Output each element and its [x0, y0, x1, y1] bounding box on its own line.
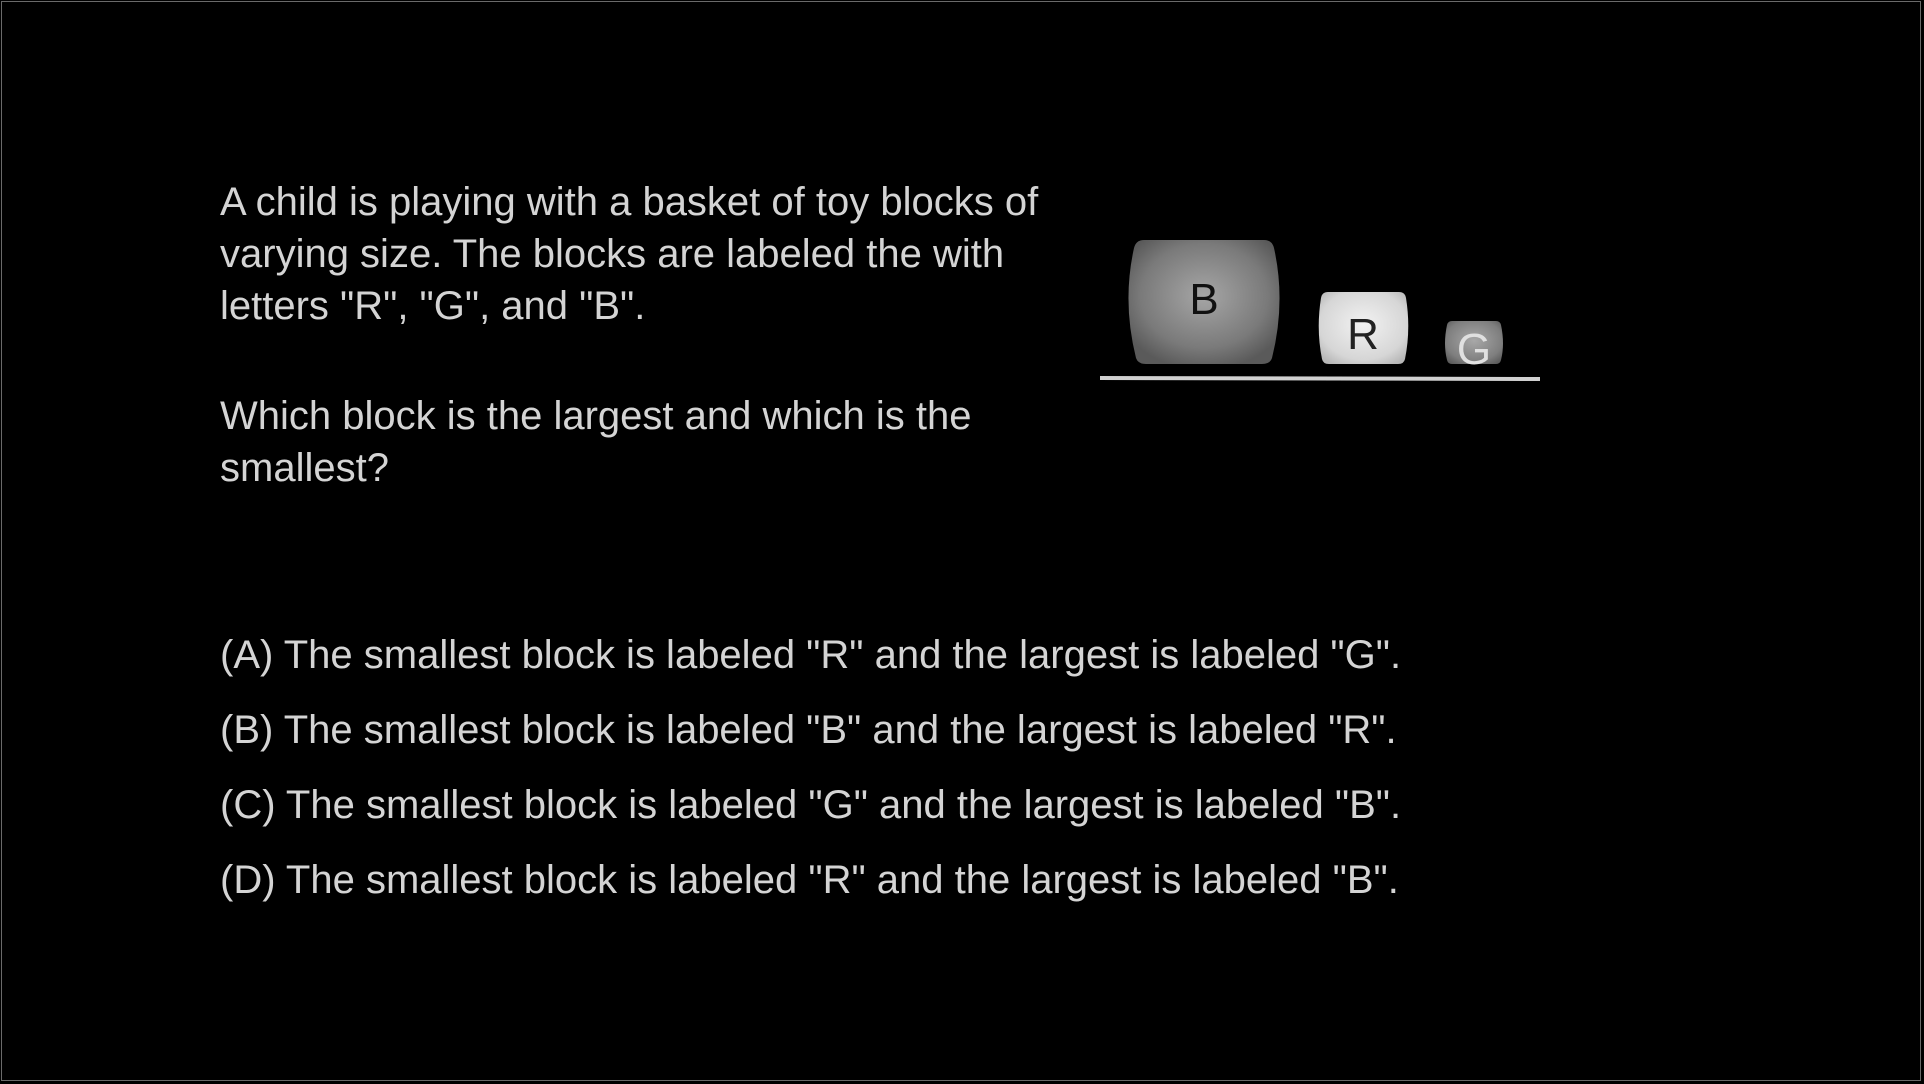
block-g-label: G: [1457, 325, 1491, 374]
ground-line: [1099, 376, 1541, 381]
block-b: B: [1128, 240, 1280, 364]
slide-frame: A child is playing with a basket of toy …: [1, 1, 1921, 1081]
block-r-label: R: [1347, 310, 1379, 359]
option-c[interactable]: (C) The smallest block is labeled "G" an…: [220, 782, 1720, 828]
question-prompt: Which block is the largest and which is …: [220, 394, 972, 490]
question-intro: A child is playing with a basket of toy …: [220, 180, 1039, 328]
option-a[interactable]: (A) The smallest block is labeled "R" an…: [220, 632, 1720, 678]
option-d[interactable]: (D) The smallest block is labeled "R" an…: [220, 857, 1720, 903]
answer-options: (A) The smallest block is labeled "R" an…: [220, 632, 1720, 932]
option-b[interactable]: (B) The smallest block is labeled "B" an…: [220, 707, 1720, 753]
blocks-illustration: B R G: [1099, 240, 1541, 381]
block-b-label: B: [1189, 275, 1218, 324]
block-g: G: [1445, 321, 1503, 374]
block-r: R: [1318, 292, 1409, 364]
